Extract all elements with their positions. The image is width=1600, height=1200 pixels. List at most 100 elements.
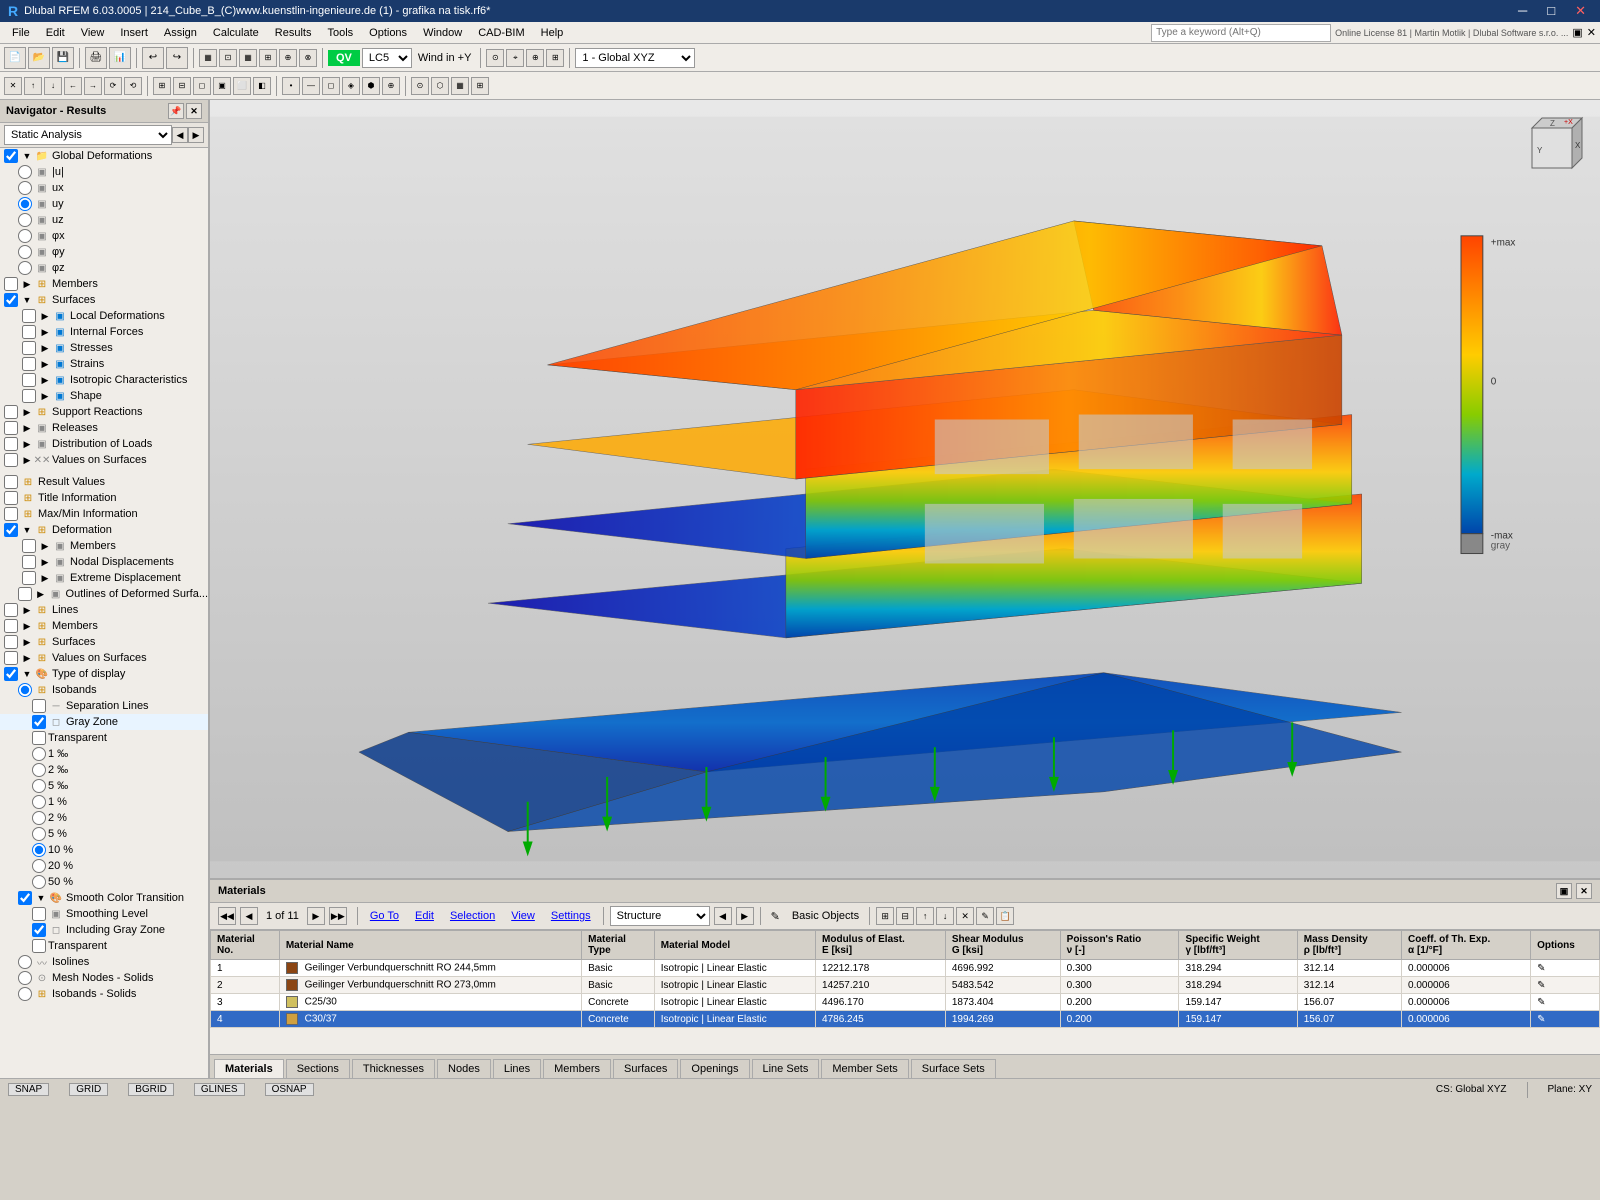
stresses-check[interactable] [22, 341, 36, 355]
radio-isobands[interactable] [18, 683, 32, 697]
radio-2pct[interactable] [32, 811, 46, 825]
members-toggle[interactable]: ▶ [20, 279, 34, 290]
title-bar-controls[interactable]: ─ □ ✕ [1512, 3, 1592, 19]
internal-forces-check[interactable] [22, 325, 36, 339]
lines-toggle[interactable]: ▶ [20, 605, 34, 616]
t2-btn10[interactable]: ◻ [193, 77, 211, 95]
local-def-check[interactable] [22, 309, 36, 323]
smoothing-level-check[interactable] [32, 907, 46, 921]
redo-btn[interactable]: ↪ [166, 47, 188, 69]
nodal-disp-check[interactable] [22, 555, 36, 569]
tree-mesh-nodes[interactable]: ⊙ Mesh Nodes - Solids [0, 970, 208, 986]
smooth-color-check[interactable] [18, 891, 32, 905]
tree-distribution[interactable]: ▶ ▣ Distribution of Loads [0, 436, 208, 452]
tree-outlines[interactable]: ▶ ▣ Outlines of Deformed Surfa... [0, 586, 208, 602]
t2-btn3[interactable]: ↓ [44, 77, 62, 95]
radio-1pm[interactable] [32, 747, 46, 761]
tree-stresses[interactable]: ▶ ▣ Stresses [0, 340, 208, 356]
nav-next-btn[interactable]: ▶ [188, 127, 204, 143]
tb1-btn3[interactable]: ▦ [239, 49, 257, 67]
t2-btn6[interactable]: ⟳ [104, 77, 122, 95]
struct-prev-btn[interactable]: ◀ [714, 907, 732, 925]
t2-btn5[interactable]: → [84, 77, 102, 95]
tree-iu[interactable]: ▣ |u| [0, 164, 208, 180]
pager-prev-btn[interactable]: ◀ [240, 907, 258, 925]
radio-1pct[interactable] [32, 795, 46, 809]
menu-options[interactable]: Options [361, 25, 415, 41]
tab-member-sets[interactable]: Member Sets [821, 1059, 908, 1078]
tree-global-deformations[interactable]: ▼ 📁 Global Deformations [0, 148, 208, 164]
support-reactions-toggle[interactable]: ▶ [20, 407, 34, 418]
tree-isolines[interactable]: 〰 Isolines [0, 954, 208, 970]
t2-obj2[interactable]: ― [302, 77, 320, 95]
outlines-check[interactable] [18, 587, 32, 601]
surfaces-check[interactable] [4, 293, 18, 307]
panel-close-btn[interactable]: ✕ [1576, 883, 1592, 899]
smooth-color-toggle[interactable]: ▼ [34, 893, 48, 903]
values-surfaces-toggle[interactable]: ▶ [20, 455, 34, 466]
tree-5pm[interactable]: 5 ‰ [0, 778, 208, 794]
tree-surfaces[interactable]: ▼ ⊞ Surfaces [0, 292, 208, 308]
values-surfaces-check[interactable] [4, 453, 18, 467]
t2-btn9[interactable]: ⊟ [173, 77, 191, 95]
tree-2pm[interactable]: 2 ‰ [0, 762, 208, 778]
structure-combo[interactable]: Structure [610, 906, 710, 926]
members-check[interactable] [4, 277, 18, 291]
settings-label[interactable]: Settings [545, 910, 597, 922]
tree-transparent[interactable]: Transparent [0, 730, 208, 746]
tree-isotropic[interactable]: ▶ ▣ Isotropic Characteristics [0, 372, 208, 388]
status-snap[interactable]: SNAP [8, 1083, 49, 1096]
radio-50pct[interactable] [32, 875, 46, 889]
tb1-btn5[interactable]: ⊕ [279, 49, 297, 67]
t2-btn2[interactable]: ↑ [24, 77, 42, 95]
view-btn3[interactable]: ⊕ [526, 49, 544, 67]
t2-btn7[interactable]: ⟲ [124, 77, 142, 95]
tree-members2[interactable]: ▶ ⊞ Members [0, 618, 208, 634]
pager-first-btn[interactable]: ◀◀ [218, 907, 236, 925]
tree-50pct[interactable]: 50 % [0, 874, 208, 890]
extreme-disp-toggle[interactable]: ▶ [38, 573, 52, 584]
maxmin-check[interactable] [4, 507, 18, 521]
menu-tools[interactable]: Tools [319, 25, 361, 41]
surfaces2-check[interactable] [4, 635, 18, 649]
close-app-btn[interactable]: ✕ [1587, 26, 1596, 39]
print-btn[interactable]: 🖨 [85, 47, 107, 69]
tree-smooth-transparent[interactable]: Transparent [0, 938, 208, 954]
tab-nodes[interactable]: Nodes [437, 1059, 491, 1078]
tb1-btn4[interactable]: ⊞ [259, 49, 277, 67]
minimize-button[interactable]: ─ [1512, 3, 1533, 19]
toolbar-action-buttons[interactable]: ⊞ ⊟ ↑ ↓ ✕ ✎ 📋 [876, 907, 1014, 925]
action-btn6[interactable]: ✎ [976, 907, 994, 925]
menu-window[interactable]: Window [415, 25, 470, 41]
tree-isobands-solids[interactable]: ⊞ Isobands - Solids [0, 986, 208, 1002]
tree-local-def[interactable]: ▶ ▣ Local Deformations [0, 308, 208, 324]
including-gray-check[interactable] [32, 923, 46, 937]
tree-nodal-disp[interactable]: ▶ ▣ Nodal Displacements [0, 554, 208, 570]
tab-lines[interactable]: Lines [493, 1059, 541, 1078]
outlines-toggle[interactable]: ▶ [34, 589, 48, 600]
tree-deformation[interactable]: ▼ ⊞ Deformation [0, 522, 208, 538]
menu-edit[interactable]: Edit [38, 25, 73, 41]
values-surf2-check[interactable] [4, 651, 18, 665]
releases-check[interactable] [4, 421, 18, 435]
def-members-toggle[interactable]: ▶ [38, 541, 52, 552]
print2-btn[interactable]: 📊 [109, 47, 131, 69]
model-svg[interactable]: +max 0 -max gray [210, 100, 1600, 878]
tab-members[interactable]: Members [543, 1059, 611, 1078]
table-row[interactable]: 4 C30/37 Concrete Isotropic | Linear Ela… [211, 1011, 1600, 1028]
t2-obj6[interactable]: ⊕ [382, 77, 400, 95]
tree-phiz[interactable]: ▣ φz [0, 260, 208, 276]
cell-options[interactable]: ✎ [1531, 960, 1600, 977]
t2-btn11[interactable]: ▣ [213, 77, 231, 95]
tree-smooth-color[interactable]: ▼ 🎨 Smooth Color Transition [0, 890, 208, 906]
radio-5pm[interactable] [32, 779, 46, 793]
menu-help[interactable]: Help [533, 25, 572, 41]
isotropic-toggle[interactable]: ▶ [38, 375, 52, 386]
type-display-check[interactable] [4, 667, 18, 681]
radio-2pm[interactable] [32, 763, 46, 777]
tree-uy[interactable]: ▣ uy [0, 196, 208, 212]
radio-5pct[interactable] [32, 827, 46, 841]
tb1-btn2[interactable]: ⊡ [219, 49, 237, 67]
result-values-check[interactable] [4, 475, 18, 489]
t2-btn12[interactable]: ⬜ [233, 77, 251, 95]
